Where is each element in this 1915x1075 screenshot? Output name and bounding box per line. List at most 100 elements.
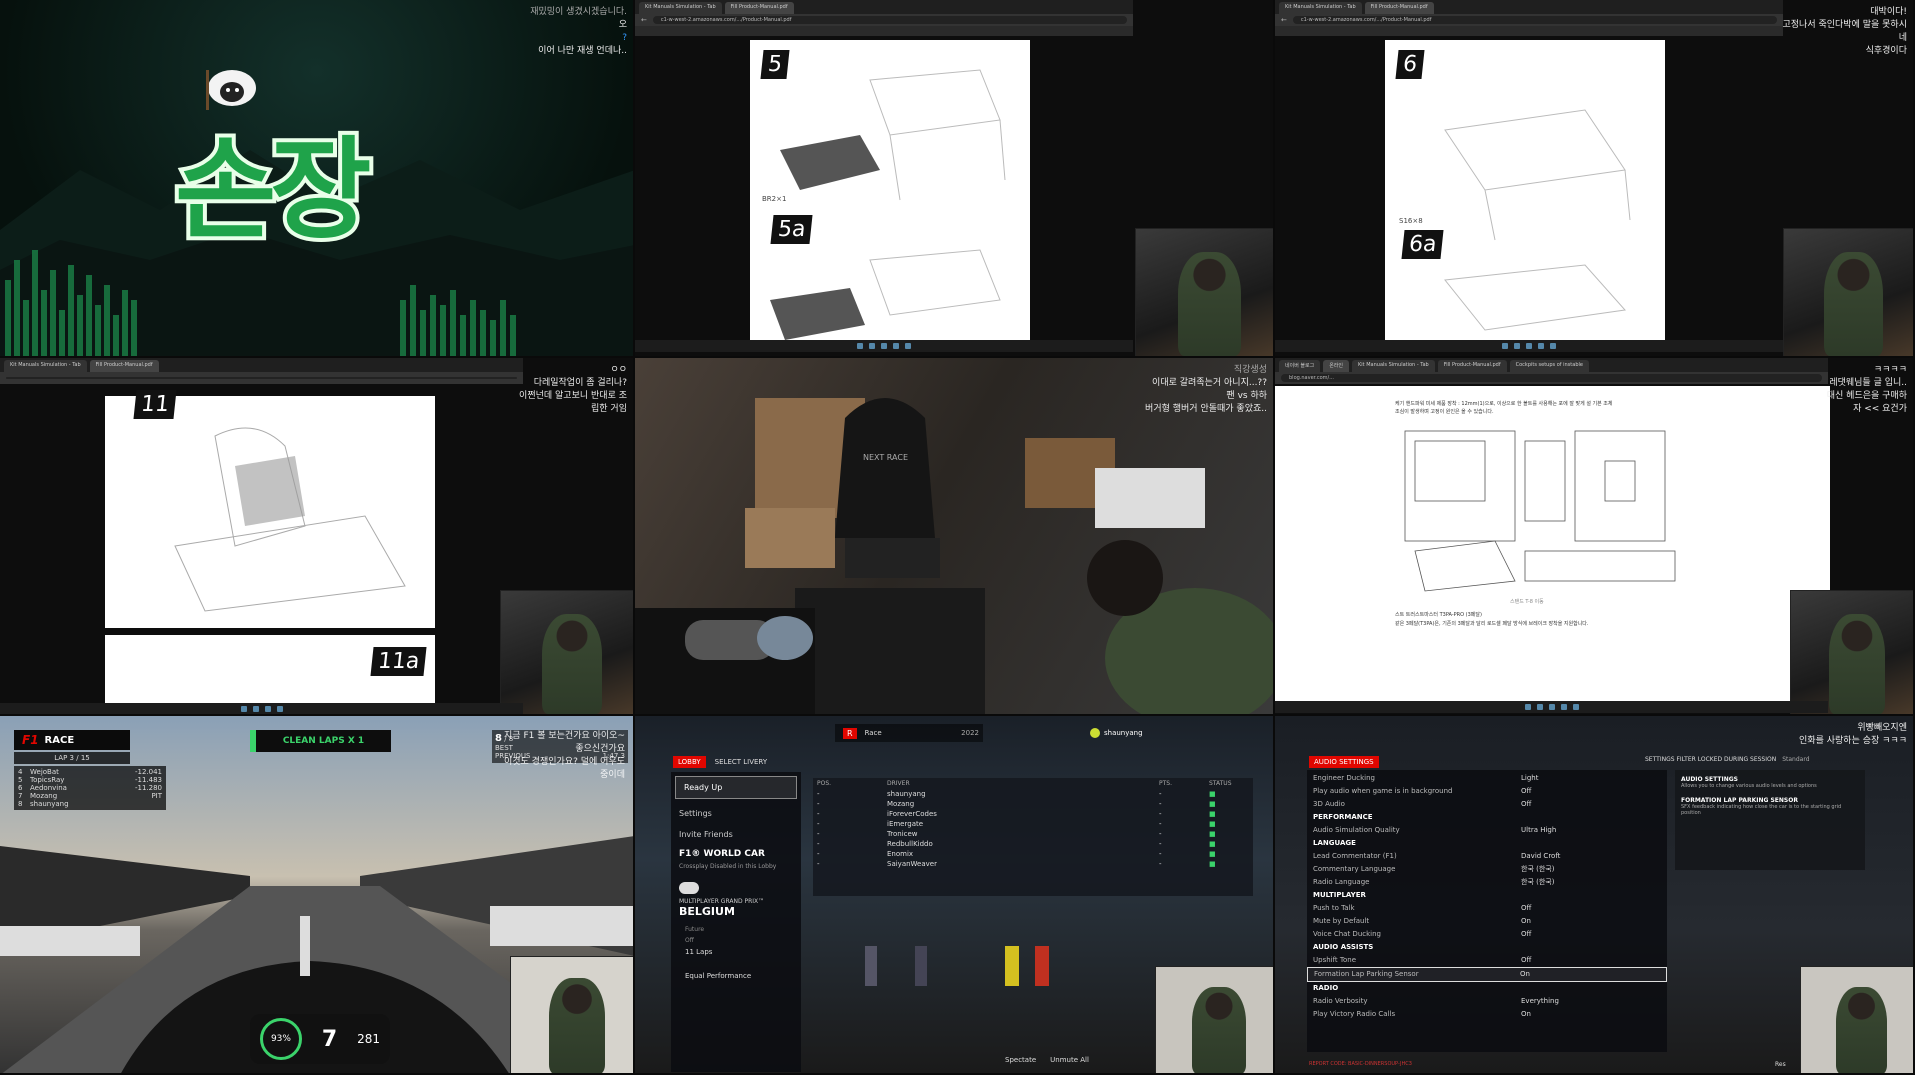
driver-table: POS. DRIVER PTS. STATUS - shaunyang - ■ - Mozan…	[813, 778, 1253, 896]
settings-tab[interactable]: AUDIO SETTINGS	[1309, 756, 1379, 768]
blog-body-line: 스트 트러스트마스터 T3PA-PRO (3페달)	[1395, 612, 1482, 618]
tab-lobby[interactable]: LOBBY	[673, 756, 706, 768]
seat-logo: NEXT RACE	[863, 453, 909, 462]
url-field[interactable]: blog.naver.com/...	[1281, 374, 1822, 382]
tab-kit-manuals[interactable]: Kit Manuals Simulation - Tab	[4, 360, 87, 372]
settings-row[interactable]: Engineer Ducking Light	[1307, 772, 1667, 785]
tab-naver-blog[interactable]: 네이버 블로그	[1279, 360, 1321, 372]
channel-logo: 손장	[171, 122, 375, 258]
position-tower: 4 WejoBat -12.041 5 TopicsRay -11.483 6 Aedon…	[14, 766, 166, 810]
settings-row[interactable]: 3D Audio Off	[1307, 798, 1667, 811]
ready-up-button[interactable]: Ready Up	[675, 776, 797, 799]
settings-value[interactable]: Ultra High	[1521, 825, 1661, 836]
settings-row[interactable]: Formation Lap Parking Sensor On	[1307, 967, 1667, 982]
settings-row[interactable]: Audio Simulation Quality Ultra High	[1307, 824, 1667, 837]
settings-label: Voice Chat Ducking	[1313, 930, 1381, 938]
settings-value[interactable]: 한국 (한국)	[1521, 864, 1661, 875]
settings-value[interactable]: Off	[1521, 903, 1661, 914]
chat-overlay: 위빵빼오지엔 인화를 사랑하는 승장 ㅋㅋㅋ	[1799, 723, 1907, 746]
panel-pdf-step5: Kit Manuals Simulation - Tab Fill Produc…	[635, 0, 1275, 358]
settings-row[interactable]: Radio Language 한국 (한국)	[1307, 876, 1667, 889]
settings-value[interactable]: On	[1521, 916, 1661, 927]
webcam-feed	[1783, 228, 1913, 356]
url-field[interactable]: c1-w-west-2.amazonaws.com/.../Product-Ma…	[1292, 16, 1777, 24]
tab-cockpit-setups[interactable]: Cockpits setups of instable	[1509, 360, 1589, 372]
settings-row[interactable]: Upshift Tone Off	[1307, 954, 1667, 967]
taskbar	[1275, 701, 1828, 713]
settings-value[interactable]: Off	[1521, 929, 1661, 940]
driver-row[interactable]: - Tronicew - ■	[813, 829, 1253, 839]
settings-section-header: LANGUAGE	[1307, 837, 1667, 850]
speed-display: 281	[357, 1032, 381, 1046]
tab-bar: 네이버 블로그 온라인 Kit Manuals Simulation - Tab…	[1275, 358, 1828, 372]
chat-overlay: ㅋㅋㅋㅋ 레댓웨님들 글 입니.. 대신 헤드은을 구매하자 << 요건가	[1826, 365, 1907, 414]
blog-page: 케기 핸드파워 미세 제품 장착 : 12mm(1)으로, 이상으로 한 볼트를…	[1275, 386, 1830, 704]
driver-row[interactable]: - shaunyang - ■	[813, 789, 1253, 799]
settings-value	[1521, 838, 1661, 849]
panel-pdf-step6: Kit Manuals Simulation - Tab Fill Produc…	[1275, 0, 1915, 358]
tab-product-manual[interactable]: Fill Product-Manual.pdf	[724, 2, 794, 14]
taskbar	[0, 703, 523, 714]
back-icon[interactable]: ←	[1281, 16, 1287, 24]
footer-res[interactable]: Res	[1775, 1061, 1786, 1068]
driver-row[interactable]: - iForeverCodes - ■	[813, 809, 1253, 819]
settings-value	[1521, 942, 1661, 953]
driver-row[interactable]: - Mozang - ■	[813, 799, 1253, 809]
settings-value[interactable]: Everything	[1521, 996, 1661, 1007]
settings-row[interactable]: Play Victory Radio Calls On	[1307, 1008, 1667, 1021]
driver-row[interactable]: - iEmergate - ■	[813, 819, 1253, 829]
part-label: BR2×1	[762, 195, 787, 203]
settings-value[interactable]: Light	[1521, 773, 1661, 784]
browser-window: Kit Manuals Simulation - Tab Fill Produc…	[0, 358, 523, 384]
pdf-page: 5 BR2×1 5a	[750, 40, 1030, 340]
tab-product-manual[interactable]: Fill Product-Manual.pdf	[1437, 360, 1507, 372]
settings-value[interactable]: 한국 (한국)	[1521, 877, 1661, 888]
tab-kit-manuals[interactable]: Kit Manuals Simulation - Tab	[639, 2, 722, 14]
settings-value[interactable]: Off	[1521, 799, 1661, 810]
panel-f1-race: F1 RACE LAP 3 / 15 4 WejoBat -12.041 5 Topi…	[0, 716, 635, 1075]
url-field[interactable]	[6, 377, 517, 379]
settings-row[interactable]: Mute by Default On	[1307, 915, 1667, 928]
url-field[interactable]: c1-w-west-2.amazonaws.com/.../Product-Ma…	[652, 16, 1127, 24]
settings-button[interactable]: Settings	[671, 803, 801, 824]
driver-row[interactable]: - Enomix - ■	[813, 849, 1253, 859]
settings-value[interactable]: Off	[1521, 955, 1661, 966]
webcam-feed	[1135, 228, 1273, 356]
battery-gauge: 93%	[259, 1018, 302, 1060]
settings-row[interactable]: Voice Chat Ducking Off	[1307, 928, 1667, 941]
back-icon[interactable]: ←	[641, 16, 647, 24]
settings-row[interactable]: Lead Commentator (F1) David Croft	[1307, 850, 1667, 863]
settings-value[interactable]: On	[1520, 969, 1660, 980]
settings-value[interactable]: On	[1521, 1009, 1661, 1020]
race-header: F1 RACE	[14, 730, 130, 750]
settings-row[interactable]: Play audio when game is in background Off	[1307, 785, 1667, 798]
settings-value[interactable]: David Croft	[1521, 851, 1661, 862]
chat-overlay: 대박이다! 고정나서 죽인다박에 말을 못하시네 식후경이다	[1782, 7, 1907, 56]
tab-kit-manuals[interactable]: Kit Manuals Simulation - Tab	[1352, 360, 1435, 372]
tab-select-livery[interactable]: SELECT LIVERY	[710, 756, 772, 768]
settings-label: Upshift Tone	[1313, 956, 1357, 964]
tab-online[interactable]: 온라인	[1323, 360, 1350, 372]
driver-row[interactable]: - SaiyanWeaver - ■	[813, 859, 1253, 869]
unmute-all-button[interactable]: Unmute All	[1050, 1056, 1089, 1064]
settings-row[interactable]: Commentary Language 한국 (한국)	[1307, 863, 1667, 876]
part-label: S16×8	[1399, 217, 1423, 225]
driver-row[interactable]: - RedbullKiddo - ■	[813, 839, 1253, 849]
event-label: MULTIPLAYER GRAND PRIX™	[679, 898, 765, 905]
standard-dropdown[interactable]: Standard	[1782, 756, 1809, 763]
crossplay-note: Crossplay Disabled in this Lobby	[679, 863, 777, 870]
settings-value[interactable]: Off	[1521, 786, 1661, 797]
blog-body-line: 같은 3페달(T3PA)은, 기존의 3페달과 달리 로드셀 페달 방식에 브레…	[1395, 621, 1589, 627]
tab-bar: Kit Manuals Simulation - Tab Fill Produc…	[635, 0, 1133, 14]
assembly-diagram	[1444, 109, 1631, 331]
track-name: BELGIUM	[679, 905, 735, 918]
spectate-button[interactable]: Spectate	[1005, 1056, 1036, 1064]
settings-row[interactable]: Push to Talk Off	[1307, 902, 1667, 915]
tab-kit-manuals[interactable]: Kit Manuals Simulation - Tab	[1279, 2, 1362, 14]
settings-row[interactable]: Radio Verbosity Everything	[1307, 995, 1667, 1008]
tab-product-manual[interactable]: Fill Product-Manual.pdf	[1364, 2, 1434, 14]
settings-label: MULTIPLAYER	[1313, 891, 1366, 899]
tab-product-manual[interactable]: Fill Product-Manual.pdf	[89, 360, 159, 372]
panel-f1-audio-settings: AUDIO SETTINGS SETTINGS FILTER LOCKED DU…	[1275, 716, 1915, 1075]
invite-friends-button[interactable]: Invite Friends	[671, 824, 801, 845]
